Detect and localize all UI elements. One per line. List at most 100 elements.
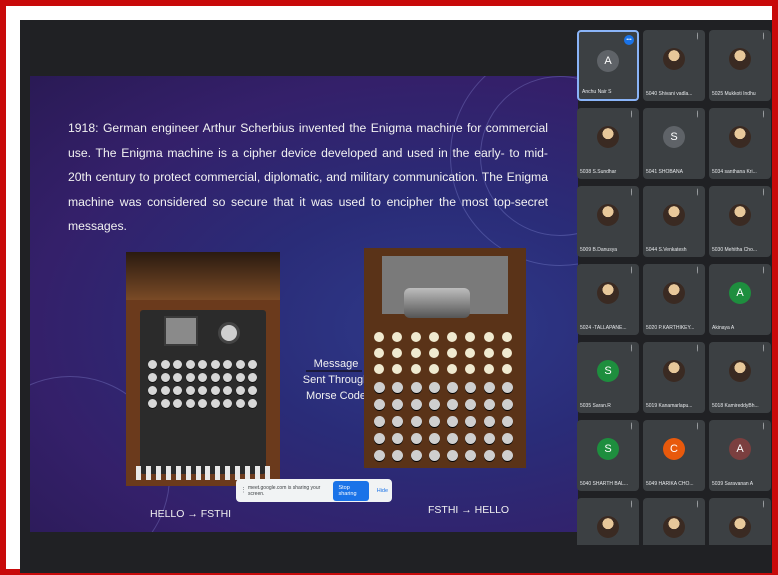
machine-key [428, 416, 440, 427]
participant-name: 5009 B.Danusya [580, 247, 617, 253]
avatar [729, 204, 751, 226]
machine-key [160, 360, 170, 369]
participant-tile[interactable]: ⸽ 5019 Kanamarlapu... [643, 342, 705, 413]
participant-tile[interactable]: ⸽ 5040 Shivani vadla... [643, 30, 705, 101]
caption-right: FSTHI → HELLO [428, 504, 510, 516]
machine-key [148, 399, 157, 408]
lamp-bulb [410, 364, 421, 374]
participant-tile[interactable]: ⸽ 5009 B.Danusya [577, 186, 639, 257]
machine-key [392, 450, 404, 461]
machine-key [410, 399, 422, 410]
machine-key [248, 399, 258, 408]
mic-muted-icon: ⸽ [696, 190, 699, 196]
lamp-bulb [410, 332, 421, 342]
participant-tile[interactable]: ⸽ 5018 KamireddyBh... [709, 342, 771, 413]
machine-key [392, 382, 404, 393]
machine-key [501, 416, 513, 427]
participant-tile[interactable]: S ⸽ 5035 Saran.R [577, 342, 639, 413]
machine-key [501, 399, 513, 410]
machine-key [160, 399, 170, 408]
plugboard-peg [235, 466, 241, 480]
avatar: S [597, 360, 619, 382]
machine-key [223, 399, 233, 408]
participant-tile[interactable]: C ⸽ 5049 HARIKA CHO... [643, 420, 705, 491]
lamp-bulb [483, 364, 494, 374]
machine-key [483, 433, 495, 444]
machine-key [465, 416, 477, 427]
lamp-bulb [447, 348, 457, 358]
participant-name: 5024 -TALLAPANE... [580, 325, 627, 331]
machine-key [210, 399, 220, 408]
bottom-bar [20, 545, 772, 573]
participant-tile[interactable]: ⸽ 5025 Mukkoti Indhu [709, 30, 771, 101]
machine-key [185, 373, 195, 382]
participant-name: 5049 HARIKA CHO... [646, 481, 694, 487]
machine-key [160, 373, 170, 382]
plugboard-peg [155, 466, 161, 480]
machine-key [198, 360, 208, 369]
avatar [729, 360, 751, 382]
machine-key [248, 360, 258, 369]
machine-key [410, 416, 422, 427]
participant-tile[interactable]: ⸽ 5030 Mehitha Cho... [709, 186, 771, 257]
machine-key [185, 360, 195, 369]
stop-sharing-button[interactable]: Stop sharing [333, 480, 369, 501]
lamp-bulb [428, 364, 439, 374]
participant-tile[interactable]: ⸽ 5044 S.Venkatesh [643, 186, 705, 257]
avatar [597, 204, 619, 226]
lamp-bulb [501, 348, 512, 358]
machine-key [223, 373, 233, 382]
machine-key [410, 433, 422, 444]
machine-key [235, 399, 245, 408]
participant-name: 5034 santhana Kri... [712, 169, 757, 175]
machine-key [173, 373, 183, 382]
machine-key [185, 386, 195, 395]
mic-muted-icon: ⸽ [696, 346, 699, 352]
plugboard-peg [175, 466, 181, 480]
meet-window: 1918: German engineer Arthur Scherbius i… [20, 20, 772, 573]
hide-button[interactable]: Hide [377, 488, 388, 494]
participant-tile[interactable]: A ••• Anchu Nair S [577, 30, 639, 101]
plugboard-peg [264, 466, 270, 480]
participant-tile[interactable]: ⸽ 5034 santhana Kri... [709, 108, 771, 179]
machine-key [210, 360, 220, 369]
machine-key [210, 373, 220, 382]
machine-key [374, 416, 385, 427]
speaking-indicator-icon: ••• [624, 35, 634, 45]
plugboard-peg [255, 466, 261, 480]
plugboard-peg [245, 466, 251, 480]
machine-key [483, 450, 495, 461]
lamp-bulb [374, 348, 384, 358]
participant-tile[interactable]: S ⸽ 5040 SHARTH BAL... [577, 420, 639, 491]
mic-muted-icon: ⸽ [630, 190, 633, 196]
avatar: A [729, 438, 751, 460]
lamp-bulb [428, 348, 439, 358]
participant-tile[interactable]: ⸽ 5020 P.KARTHIKEY... [643, 264, 705, 335]
plugboard-peg [145, 466, 151, 480]
slide-paragraph: 1918: German engineer Arthur Scherbius i… [68, 121, 548, 233]
machine-key [410, 450, 422, 461]
participant-tile[interactable]: S ⸽ 5041 SHOBANA [643, 108, 705, 179]
participant-tile[interactable]: ⸽ 5038 S.Sundhar [577, 108, 639, 179]
lamp-bulb [392, 364, 403, 374]
avatar: S [597, 438, 619, 460]
machine-key [223, 386, 233, 395]
plugboard-peg [136, 466, 141, 480]
lamp-bulb [483, 332, 494, 342]
mic-muted-icon: ⸽ [696, 502, 699, 508]
avatar [663, 204, 685, 226]
avatar [663, 282, 685, 304]
mic-muted-icon: ⸽ [762, 346, 765, 352]
avatar [663, 48, 685, 70]
machine-key [374, 433, 385, 444]
participant-tile[interactable]: ⸽ 5024 -TALLAPANE... [577, 264, 639, 335]
machine-key [248, 373, 258, 382]
machine-key [235, 373, 245, 382]
drag-handle-icon[interactable]: ⋮ [240, 486, 247, 496]
participant-tile[interactable]: A ⸽ Akinaya A [709, 264, 771, 335]
machine-key [173, 386, 183, 395]
participant-tile[interactable]: A ⸽ 5039 Saravanan A [709, 420, 771, 491]
mic-muted-icon: ⸽ [762, 268, 765, 274]
lamp-bulb [465, 348, 476, 358]
participant-name: 5030 Mehitha Cho... [712, 247, 758, 253]
